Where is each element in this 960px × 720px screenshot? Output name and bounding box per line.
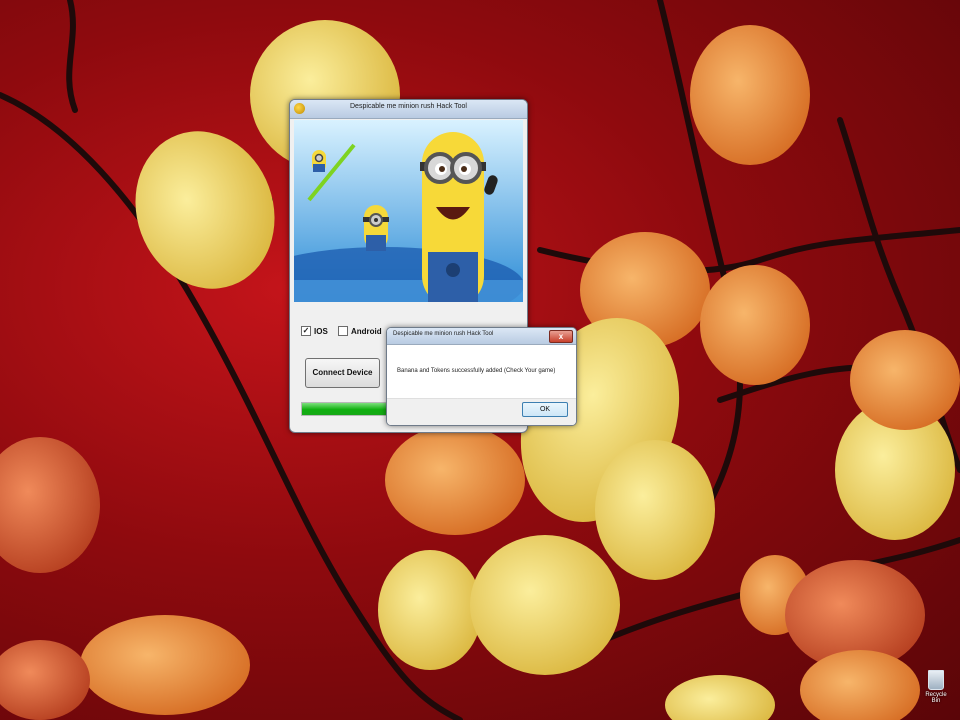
ios-option[interactable]: ✓ IOS bbox=[301, 326, 328, 336]
ios-label: IOS bbox=[314, 326, 328, 336]
android-label: Android bbox=[351, 326, 382, 336]
window-titlebar[interactable]: Despicable me minion rush Hack Tool bbox=[290, 100, 527, 119]
android-option[interactable]: Android bbox=[338, 326, 382, 336]
window-title: Despicable me minion rush Hack Tool bbox=[350, 103, 467, 110]
android-checkbox[interactable] bbox=[338, 326, 348, 336]
dialog-message: Banana and Tokens successfully added (Ch… bbox=[397, 368, 556, 374]
ok-button[interactable]: OK bbox=[522, 402, 568, 417]
dialog-titlebar[interactable]: Despicable me minion rush Hack Tool x bbox=[387, 328, 576, 345]
ios-checkbox[interactable]: ✓ bbox=[301, 326, 311, 336]
minion-banner-image bbox=[294, 120, 523, 302]
recycle-bin-label: Recycle Bin bbox=[925, 692, 947, 704]
success-message-dialog: Despicable me minion rush Hack Tool x Ba… bbox=[386, 327, 577, 426]
connect-device-button[interactable]: Connect Device bbox=[305, 358, 380, 388]
dialog-close-button[interactable]: x bbox=[549, 330, 573, 343]
recycle-bin-icon bbox=[928, 670, 944, 690]
progress-fill bbox=[302, 403, 399, 415]
recycle-bin-desktop-icon[interactable]: Recycle Bin bbox=[921, 670, 951, 714]
dialog-footer: OK bbox=[387, 398, 576, 425]
